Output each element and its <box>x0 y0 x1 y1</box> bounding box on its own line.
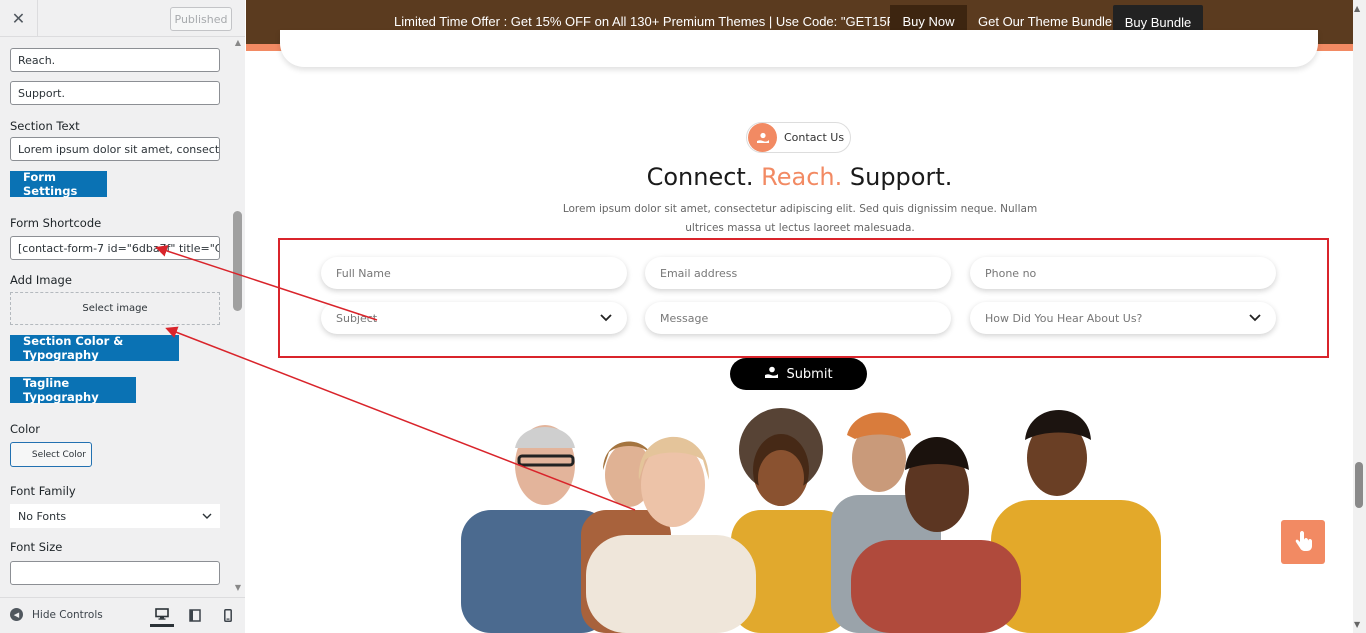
sidebar-controls: Reach. Support. Section Text Lorem ipsum… <box>0 37 232 597</box>
font-family-label: Font Family <box>10 484 76 498</box>
contact-section-text: Lorem ipsum dolor sit amet, consectetur … <box>562 203 1038 234</box>
hear-about-us-placeholder: How Did You Hear About Us? <box>985 311 1143 325</box>
heading-accent: Reach. <box>761 163 843 191</box>
tagline-typography-button[interactable]: Tagline Typography <box>10 376 136 404</box>
hide-controls-button[interactable]: ◀ Hide Controls <box>10 608 103 621</box>
submit-button[interactable]: Submit <box>730 358 867 390</box>
preview-scrollbar[interactable] <box>1353 0 1366 633</box>
sidebar-scrollbar[interactable] <box>232 37 245 597</box>
help-button[interactable] <box>1281 520 1325 564</box>
subject-select[interactable]: Subject <box>321 302 627 334</box>
contact-us-label: Contact Us <box>784 131 845 144</box>
email-field[interactable]: Email address <box>645 257 951 289</box>
section-text-label: Section Text <box>10 119 80 133</box>
scroll-up-icon[interactable]: ▲ <box>232 38 244 50</box>
highlighted-form-area <box>278 238 1329 358</box>
desktop-preview-button[interactable] <box>150 603 174 627</box>
customizer-app: ✕ Published Reach. Support. Section Text… <box>0 0 1366 633</box>
mobile-preview-button[interactable] <box>216 603 240 627</box>
submit-label: Submit <box>786 366 833 382</box>
published-button[interactable]: Published <box>170 7 232 31</box>
desktop-icon <box>155 607 169 620</box>
section-color-typography-button[interactable]: Section Color & Typography <box>10 334 179 362</box>
collapse-icon: ◀ <box>10 608 23 621</box>
chevron-down-icon <box>600 314 612 322</box>
hear-about-us-select[interactable]: How Did You Hear About Us? <box>970 302 1276 334</box>
tablet-icon <box>189 608 201 622</box>
scroll-down-icon[interactable]: ▼ <box>232 583 244 595</box>
preview-scrollbar-thumb[interactable] <box>1355 462 1363 508</box>
tablet-preview-button[interactable] <box>183 603 207 627</box>
mobile-icon <box>224 608 232 622</box>
chevron-down-icon <box>202 513 212 519</box>
form-shortcode-label: Form Shortcode <box>10 216 102 230</box>
select-color-button[interactable]: Select Color <box>10 442 92 467</box>
scroll-down-icon[interactable]: ▼ <box>1354 620 1360 629</box>
select-image-button[interactable]: Select image <box>10 292 220 325</box>
phone-field[interactable]: Phone no <box>970 257 1276 289</box>
heading-part-1: Connect. <box>646 163 754 191</box>
hand-pointer-icon <box>1295 531 1312 551</box>
tagline-first-input[interactable]: Reach. <box>10 48 220 72</box>
font-size-label: Font Size <box>10 540 63 554</box>
sidebar-scrollbar-thumb[interactable] <box>233 211 242 311</box>
font-family-select[interactable]: No Fonts <box>10 504 220 528</box>
close-button[interactable]: ✕ <box>0 0 38 37</box>
font-size-input[interactable] <box>10 561 220 585</box>
close-icon: ✕ <box>11 9 26 28</box>
hide-controls-label: Hide Controls <box>32 608 103 621</box>
font-family-value: No Fonts <box>18 509 67 523</box>
hand-heart-icon <box>764 366 779 382</box>
contact-heading: Connect. Reach. Support. <box>246 163 1353 191</box>
scroll-up-icon[interactable]: ▲ <box>1354 4 1360 13</box>
contact-us-badge: Contact Us <box>746 122 851 153</box>
tagline-second-input[interactable]: Support. <box>10 81 220 105</box>
color-label: Color <box>10 422 41 436</box>
site-preview: Limited Time Offer : Get 15% OFF on All … <box>246 0 1366 633</box>
group-photo <box>461 408 1161 633</box>
customizer-sidebar: ✕ Published Reach. Support. Section Text… <box>0 0 245 633</box>
full-name-field[interactable]: Full Name <box>321 257 627 289</box>
bundle-text: Get Our Theme Bundle <box>978 14 1113 29</box>
sidebar-header: ✕ Published <box>0 0 245 37</box>
sidebar-footer: ◀ Hide Controls <box>0 597 245 633</box>
form-shortcode-input[interactable]: [contact-form-7 id="6dba7f" title="Co <box>10 236 220 260</box>
add-image-label: Add Image <box>10 273 72 287</box>
previous-section-card <box>280 30 1318 67</box>
section-text-input[interactable]: Lorem ipsum dolor sit amet, consectetur … <box>10 137 220 161</box>
form-settings-button[interactable]: Form Settings <box>10 170 107 198</box>
promo-text: Limited Time Offer : Get 15% OFF on All … <box>394 14 920 29</box>
message-field[interactable]: Message <box>645 302 951 334</box>
heading-part-2: Support. <box>849 163 953 191</box>
hand-heart-icon <box>748 123 777 152</box>
subject-placeholder: Subject <box>336 311 378 325</box>
chevron-down-icon <box>1249 314 1261 322</box>
